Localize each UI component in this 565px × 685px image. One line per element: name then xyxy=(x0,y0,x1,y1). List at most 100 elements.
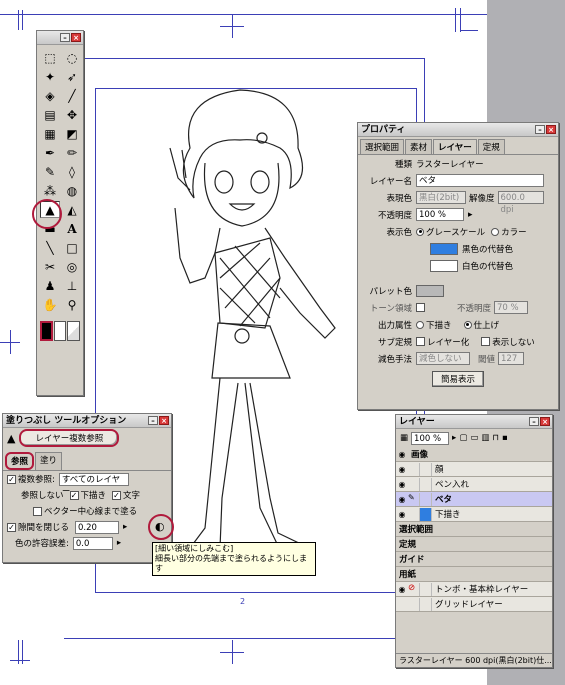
hide-checkbox[interactable] xyxy=(481,337,491,346)
layer-row[interactable]: ◉ 顔 xyxy=(396,462,552,477)
layer-row-selected[interactable]: ◉ ✎ ベタ xyxy=(396,492,552,507)
tone-area-checkbox[interactable] xyxy=(416,303,425,312)
tool-option-tabs: 参照 塗り xyxy=(3,450,171,471)
color-radio[interactable] xyxy=(491,227,500,236)
grid-icon[interactable]: ▦ xyxy=(40,125,60,142)
multi-layer-ref-button[interactable]: レイヤー複数参照 xyxy=(19,429,120,447)
layer-row[interactable]: ◉ ⊘ トンボ・基本枠レイヤー xyxy=(396,582,552,597)
multi-ref-select[interactable]: すべてのレイヤー xyxy=(58,472,129,497)
move-icon[interactable]: ➶ xyxy=(62,68,82,85)
close-gap-field[interactable]: 0.20 mm xyxy=(75,520,120,545)
tab-fill[interactable]: 塗り xyxy=(35,452,63,470)
output-draft-radio[interactable] xyxy=(416,320,424,329)
stamp2-icon[interactable]: ⊥ xyxy=(62,277,82,294)
tab-reference[interactable]: 参照 xyxy=(5,452,35,470)
layer-group-row[interactable]: 定規 xyxy=(396,537,552,552)
text-icon[interactable]: A xyxy=(62,220,82,237)
eye-icon[interactable]: ◉ xyxy=(396,585,408,594)
toolbox-titlebar[interactable]: – × xyxy=(37,31,83,45)
gradient-fill-icon[interactable]: ◭ xyxy=(62,201,82,218)
opacity-arrow-icon[interactable]: ▸ xyxy=(452,433,456,443)
brush-icon[interactable]: ✎ xyxy=(40,163,60,180)
tolerance-field[interactable]: 0.0 xyxy=(72,536,113,550)
tab-selection[interactable]: 選択範囲 xyxy=(360,139,405,154)
resolution-value: 600.0 dpi xyxy=(497,191,544,215)
folder-icon[interactable]: ▭ xyxy=(470,433,478,443)
layer-name-field[interactable]: ベタ xyxy=(416,174,544,187)
line-icon[interactable]: ╲ xyxy=(40,239,60,256)
minimize-icon[interactable]: – xyxy=(60,33,70,42)
layer-group-row[interactable]: 用紙 xyxy=(396,567,552,582)
tab-layer[interactable]: レイヤー xyxy=(433,139,477,154)
trash-icon[interactable]: ▥ xyxy=(481,433,489,443)
white-replace-swatch[interactable] xyxy=(430,259,458,272)
wand-icon[interactable]: ✦ xyxy=(40,68,60,85)
blend-icon[interactable]: ◍ xyxy=(62,182,82,199)
tab-material[interactable]: 素材 xyxy=(405,139,433,154)
close-icon[interactable]: × xyxy=(159,416,169,425)
pen-icon[interactable]: ✒ xyxy=(40,144,60,161)
eye-icon[interactable]: ◉ xyxy=(396,510,408,519)
airbrush-icon[interactable]: ⁂ xyxy=(40,182,60,199)
property-titlebar[interactable]: プロパティ – × xyxy=(358,123,558,137)
minimize-icon[interactable]: – xyxy=(148,416,158,425)
close-gap-checkbox[interactable]: ✓ xyxy=(7,522,16,532)
move-layer-icon[interactable]: ✥ xyxy=(62,106,82,123)
layer-mode-icon[interactable]: ▦ xyxy=(400,433,408,443)
transparent-color-swatch[interactable] xyxy=(67,321,80,341)
more-icon[interactable]: ▪ xyxy=(502,433,508,443)
layer-group-row[interactable]: 選択範囲 xyxy=(396,522,552,537)
hand-icon[interactable]: ✋ xyxy=(40,296,60,313)
opacity-field[interactable]: 100 % xyxy=(416,208,464,221)
lock-icon[interactable]: ⊓ xyxy=(492,433,499,443)
opacity-arrow-icon[interactable]: ▸ xyxy=(468,210,473,220)
close-icon[interactable]: × xyxy=(540,417,550,426)
vector-center-checkbox[interactable] xyxy=(33,506,42,516)
zoom-icon[interactable]: ⚲ xyxy=(62,296,82,313)
close-gap-arrow-icon[interactable]: ▸ xyxy=(123,522,127,532)
layer-titlebar[interactable]: レイヤー – × xyxy=(396,415,552,429)
tolerance-arrow-icon[interactable]: ▸ xyxy=(117,538,121,548)
layer-row[interactable]: ◉ ペン入れ xyxy=(396,477,552,492)
layer-opacity-field[interactable]: 100 % xyxy=(411,431,450,445)
black-replace-swatch[interactable] xyxy=(430,242,458,255)
eye-icon[interactable]: ◉ xyxy=(396,450,408,459)
simple-display-button[interactable]: 簡易表示 xyxy=(431,371,484,387)
grayscale-radio[interactable] xyxy=(416,227,424,236)
lasso-icon[interactable]: ◌ xyxy=(62,49,82,66)
minimize-icon[interactable]: – xyxy=(529,417,539,426)
object-icon[interactable]: ✂ xyxy=(40,258,60,275)
white-color-swatch[interactable] xyxy=(53,321,67,341)
eye-icon[interactable]: ◉ xyxy=(396,465,408,474)
close-icon[interactable]: × xyxy=(546,125,556,134)
close-icon[interactable]: × xyxy=(71,33,81,42)
eye-icon[interactable]: ◉ xyxy=(396,495,408,504)
eye-icon[interactable]: ◉ xyxy=(396,480,408,489)
minimize-icon[interactable]: – xyxy=(535,125,545,134)
ruler-icon[interactable]: ▤ xyxy=(40,106,60,123)
black-color-swatch[interactable] xyxy=(40,321,53,341)
eyedropper-icon[interactable]: ╱ xyxy=(62,87,82,104)
stamp-icon[interactable]: ♟ xyxy=(40,277,60,294)
property-tabs: 選択範囲 素材 レイヤー 定規 xyxy=(358,137,558,155)
tone-icon[interactable]: ◎ xyxy=(62,258,82,275)
seep-fill-icon[interactable]: ◐ xyxy=(155,520,165,533)
multi-ref-checkbox[interactable]: ✓ xyxy=(7,474,16,484)
new-layer-icon[interactable]: ▢ xyxy=(459,433,467,443)
layer-row[interactable]: ◉ 下描き xyxy=(396,507,552,522)
pencil-icon[interactable]: ✏ xyxy=(62,144,82,161)
tool-option-titlebar[interactable]: 塗りつぶし ツールオプション – × xyxy=(3,414,171,428)
layerize-checkbox[interactable] xyxy=(416,337,425,346)
draft-checkbox[interactable]: ✓ xyxy=(69,490,79,500)
layer-row[interactable]: グリッドレイヤー xyxy=(396,597,552,612)
tab-ruler[interactable]: 定規 xyxy=(477,139,505,154)
layer-group-row[interactable]: ガイド xyxy=(396,552,552,567)
3d-icon[interactable]: ◩ xyxy=(62,125,82,142)
layer-group-row[interactable]: ◉ 画像 xyxy=(396,447,552,462)
output-final-radio[interactable] xyxy=(463,320,472,329)
bucket-select-icon[interactable]: ◈ xyxy=(40,87,60,104)
text-checkbox[interactable]: ✓ xyxy=(112,490,122,500)
rect-icon[interactable]: □ xyxy=(62,239,82,256)
marquee-icon[interactable]: ⬚ xyxy=(40,49,60,66)
eraser-icon[interactable]: ◊ xyxy=(62,163,82,180)
